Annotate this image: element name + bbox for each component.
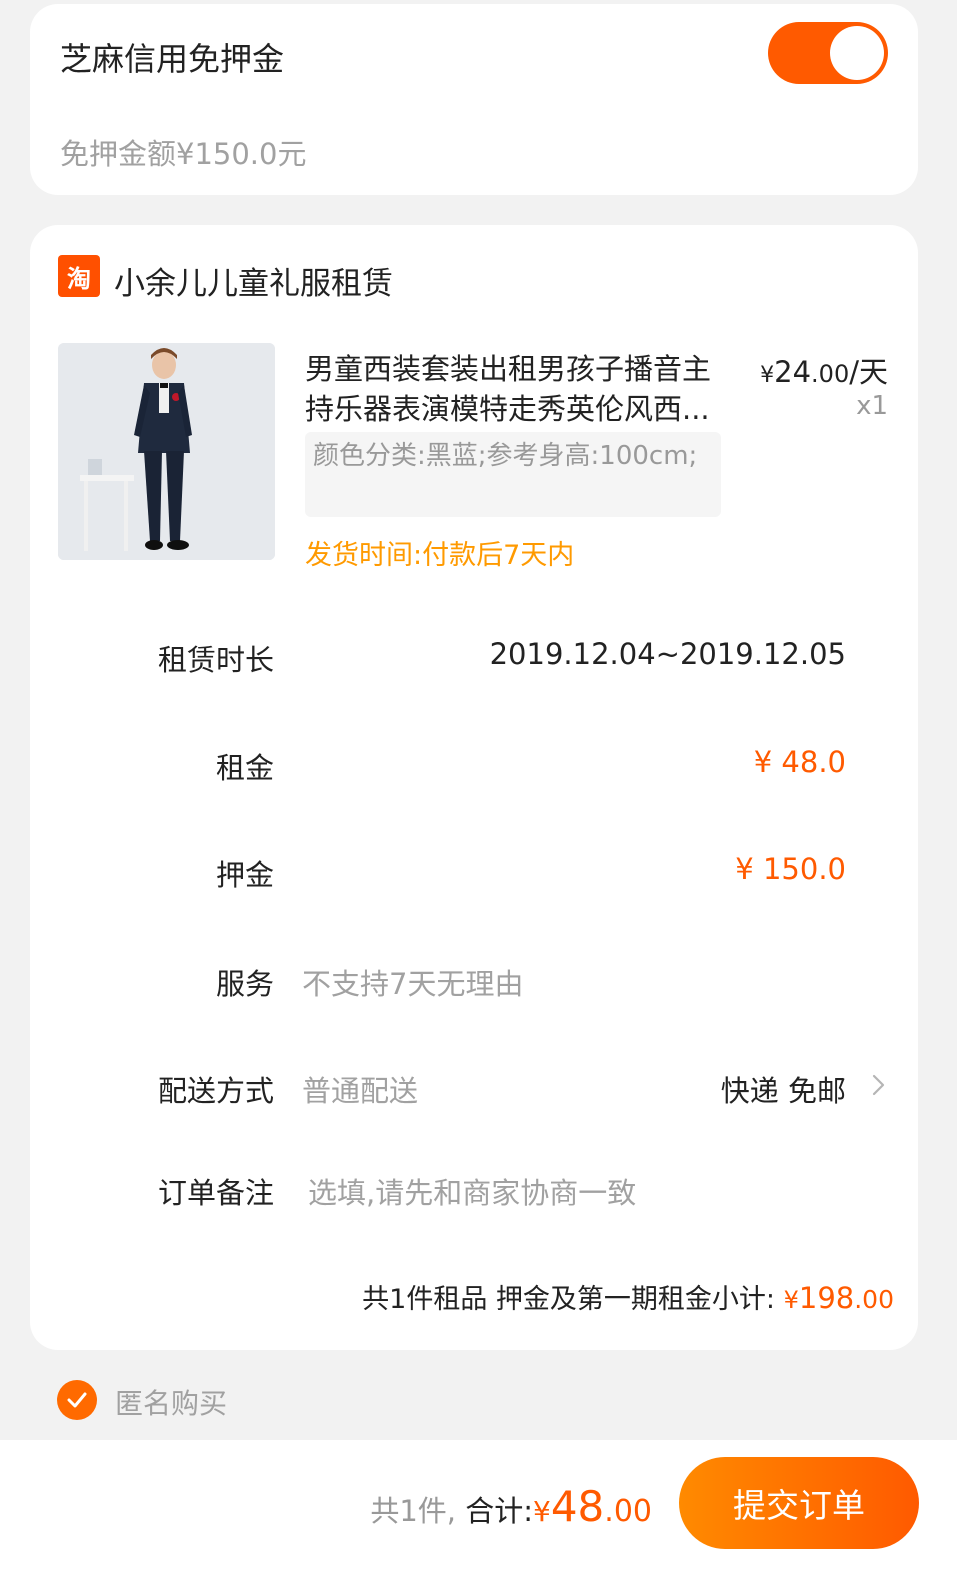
subtotal-currency: ¥	[783, 1286, 799, 1314]
product-title[interactable]: 男童西装套装出租男孩子播音主持乐器表演模特走秀英伦风西...	[305, 349, 725, 429]
deposit-label: 押金	[215, 858, 274, 892]
rent-label: 租金	[215, 751, 274, 785]
sku-spec: 颜色分类:黑蓝;参考身高:100cm;	[305, 432, 721, 517]
price-unit: /天	[849, 355, 888, 389]
credit-toggle[interactable]	[768, 22, 888, 84]
credit-card: 芝麻信用免押金 免押金额¥150.0元	[30, 4, 918, 195]
total-currency: ¥	[533, 1495, 551, 1528]
product-quantity: x1	[856, 391, 888, 421]
credit-title: 芝麻信用免押金	[60, 40, 285, 78]
subtotal-price: ¥198.00	[784, 1281, 894, 1315]
duration-label: 租赁时长	[157, 643, 274, 677]
total-label: 合计:	[465, 1494, 533, 1528]
price-decimal: .00	[811, 360, 850, 388]
delivery-method: 普通配送	[302, 1074, 419, 1108]
ship-time: 发货时间:付款后7天内	[305, 540, 575, 571]
shop-name[interactable]: 小余儿儿童礼服租赁	[114, 258, 393, 303]
bottom-bar: 共1件, 合计:¥48.00 提交订单	[0, 1440, 957, 1591]
order-card: 淘 小余儿儿童礼服租赁 男童西装套装出租男孩子播音主持乐器表演模特走秀英伦风西.…	[30, 225, 918, 1350]
taobao-shop-icon: 淘	[58, 255, 100, 297]
submit-order-button[interactable]: 提交订单	[679, 1457, 919, 1549]
anonymous-checkbox[interactable]	[57, 1380, 97, 1420]
rent-value: ¥ 48.0	[753, 745, 846, 779]
delivery-option[interactable]: 快递 免邮	[721, 1068, 846, 1110]
order-total: 共1件, 合计:¥48.00	[370, 1482, 652, 1531]
price-currency: ¥	[760, 363, 775, 388]
deposit-free-amount: 免押金额¥150.0元	[60, 137, 307, 171]
subtotal-label: 共1件租品 押金及第一期租金小计:	[362, 1284, 784, 1315]
subtotal-decimal: .00	[854, 1285, 894, 1314]
anonymous-label[interactable]: 匿名购买	[115, 1382, 227, 1422]
product-price: ¥24.00/天	[760, 349, 888, 391]
deposit-value: ¥ 150.0	[735, 852, 846, 886]
order-confirm-page: 芝麻信用免押金 免押金额¥150.0元 淘 小余儿儿童礼服租赁 男童西装套装出租…	[0, 0, 957, 1591]
price-integer: 24	[774, 355, 812, 389]
total-decimal: .00	[604, 1494, 652, 1529]
toggle-knob	[830, 26, 884, 80]
total-price: ¥48.00	[533, 1482, 652, 1531]
note-label: 订单备注	[157, 1176, 274, 1210]
total-integer: 48	[550, 1482, 605, 1531]
duration-value: 2019.12.04~2019.12.05	[489, 637, 846, 671]
subtotal: 共1件租品 押金及第一期租金小计: ¥198.00	[362, 1277, 894, 1316]
subtotal-integer: 198	[798, 1281, 855, 1315]
delivery-label: 配送方式	[157, 1074, 274, 1108]
service-value: 不支持7天无理由	[302, 967, 524, 1001]
order-note-input[interactable]: 选填,请先和商家协商一致	[308, 1170, 636, 1212]
product-photo-boy-suit	[58, 343, 275, 560]
item-count: 共1件,	[370, 1494, 456, 1528]
product-image[interactable]	[58, 343, 275, 560]
service-label: 服务	[215, 967, 274, 1001]
check-icon	[67, 1392, 87, 1408]
chevron-right-icon[interactable]	[866, 1073, 890, 1097]
